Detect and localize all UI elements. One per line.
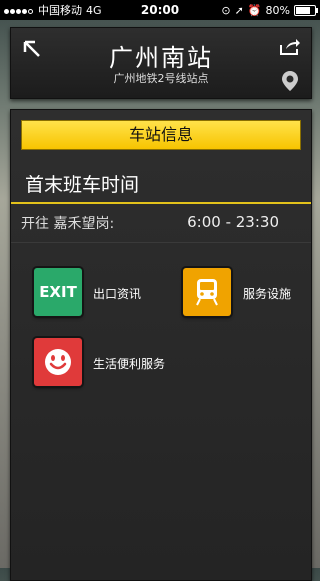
exit-info-button[interactable]: EXIT (34, 268, 82, 316)
section-divider (11, 202, 311, 204)
route-service-time: 6:00 - 23:30 (187, 213, 279, 231)
location-arrow-icon: ➚ (234, 3, 244, 17)
alarm-icon: ⏰ (247, 3, 262, 17)
share-icon[interactable] (279, 38, 301, 56)
life-services-label[interactable]: 生活便利服务 (93, 355, 165, 372)
route-divider (11, 242, 311, 243)
page-subtitle: 广州地铁2号线站点 (113, 72, 209, 85)
status-bar: 中国移动 4G 20:00 ⊙ ➚ ⏰ 80% (0, 0, 320, 20)
smiley-icon (45, 349, 71, 375)
life-services-button[interactable] (34, 338, 82, 386)
location-pin-icon[interactable] (281, 70, 299, 92)
signal-strength-icon (4, 4, 34, 17)
battery-icon (294, 4, 318, 16)
exit-icon: EXIT (39, 283, 77, 301)
facilities-button[interactable] (183, 268, 231, 316)
station-header: 广州南站 广州地铁2号线站点 (10, 27, 312, 99)
route-direction-label: 开往 嘉禾望岗: (21, 216, 115, 232)
orientation-lock-icon: ⊙ (221, 3, 231, 17)
station-info-panel: 车站信息 首末班车时间 开往 嘉禾望岗: 6:00 - 23:30 EXIT 出… (10, 109, 312, 581)
network-type: 4G (86, 3, 102, 17)
battery-percent: 80% (265, 3, 290, 17)
page-title: 广州南站 (109, 44, 213, 72)
exit-info-label[interactable]: 出口资讯 (93, 285, 141, 302)
carrier-label: 中国移动 (38, 4, 82, 17)
tab-station-info[interactable]: 车站信息 (21, 120, 301, 150)
facilities-label[interactable]: 服务设施 (243, 285, 291, 302)
train-icon (196, 279, 218, 306)
section-title: 首末班车时间 (25, 174, 140, 196)
